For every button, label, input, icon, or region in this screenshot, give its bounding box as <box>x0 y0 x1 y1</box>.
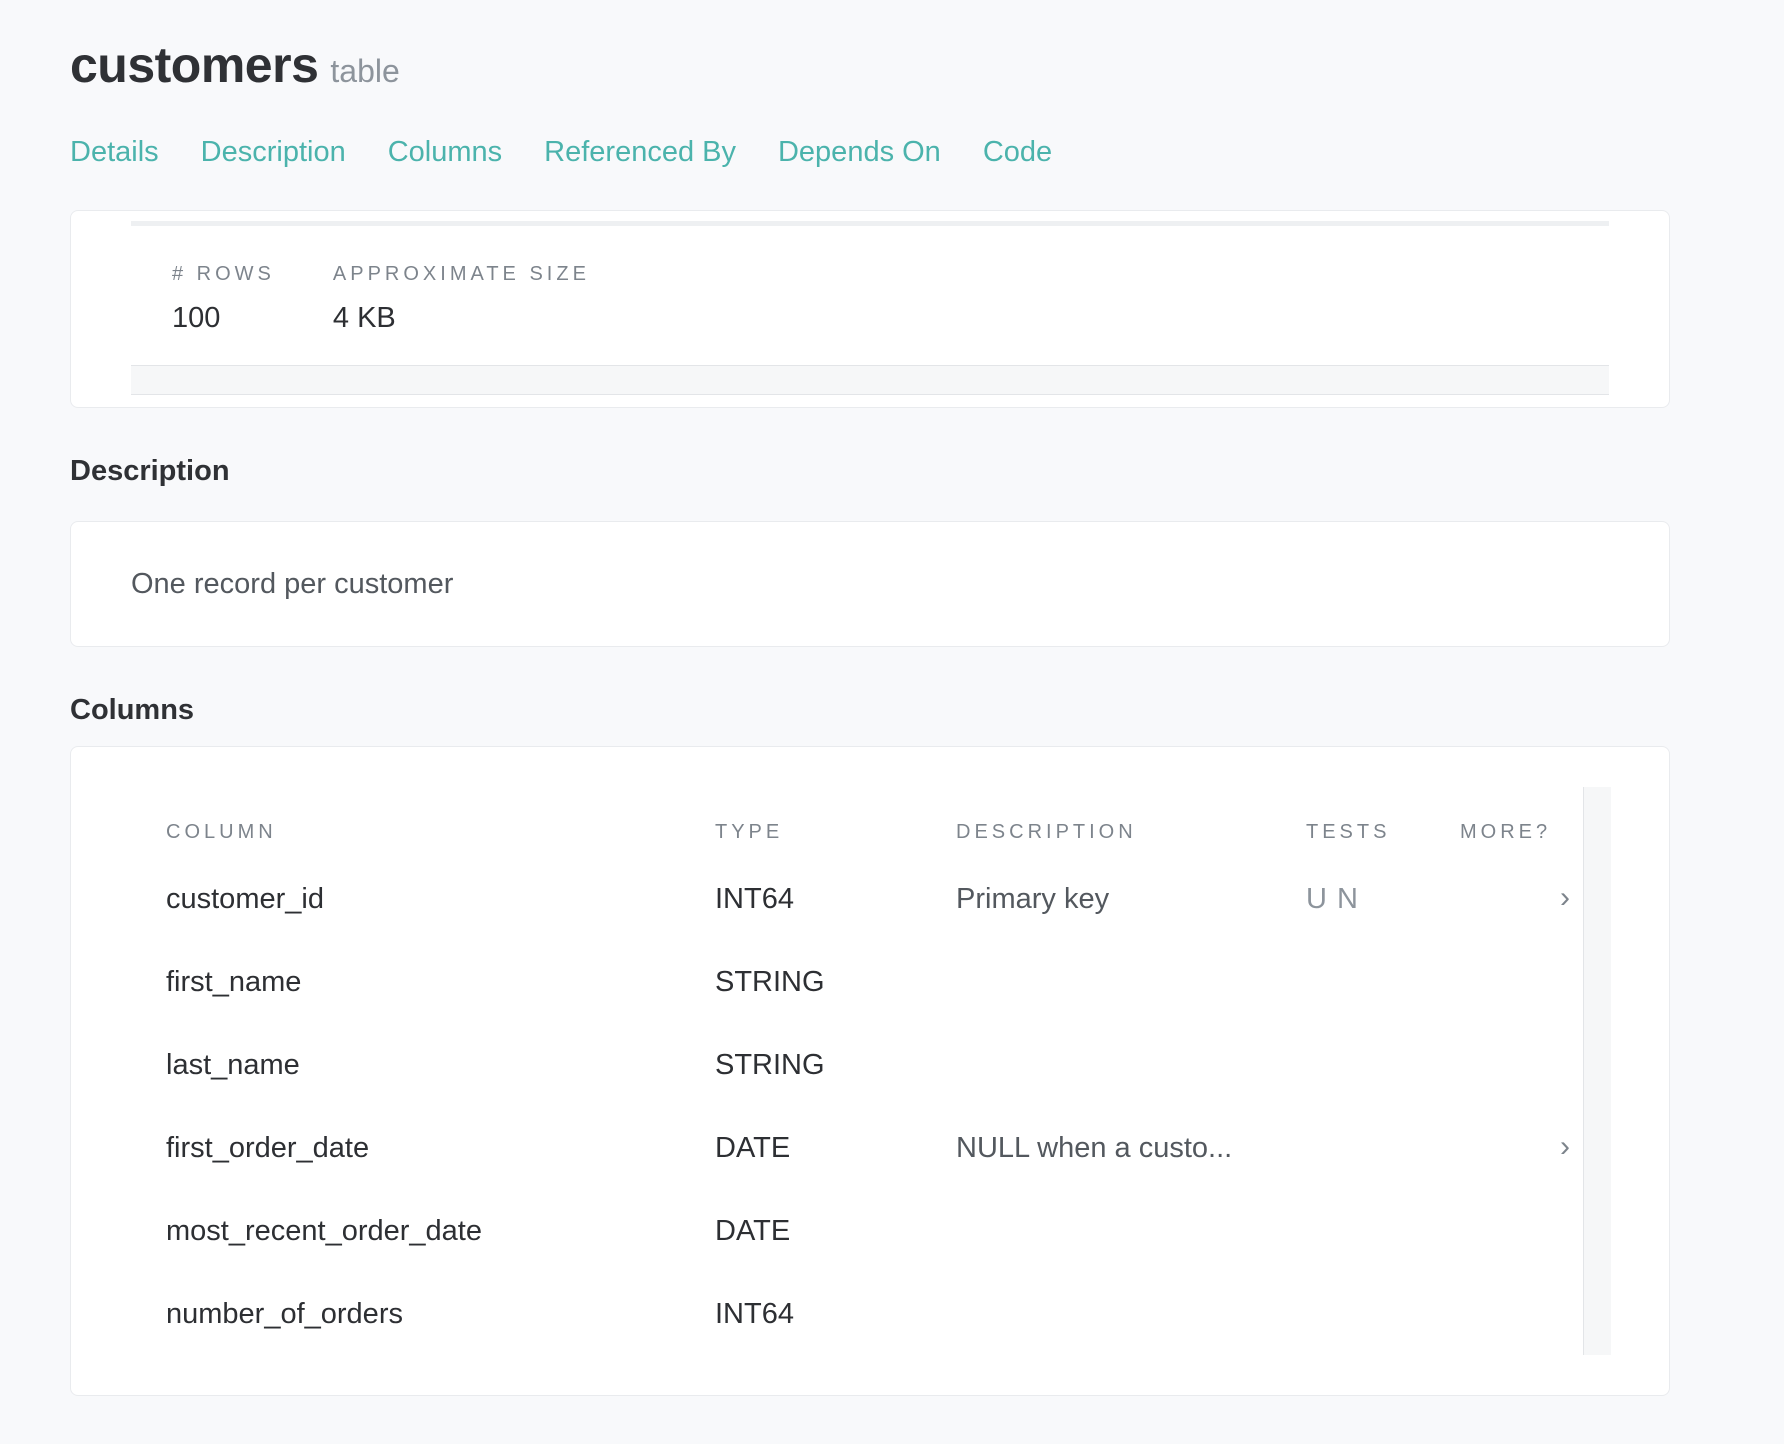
column-name: number_of_orders <box>166 1298 403 1330</box>
column-tests: U N <box>1306 883 1359 915</box>
page-subtitle: table <box>330 53 400 89</box>
column-type: INT64 <box>715 1298 794 1330</box>
table-row[interactable]: first_order_date DATE NULL when a custo.… <box>131 1130 1581 1192</box>
column-header-tests: TESTS <box>1306 821 1391 843</box>
tab-referenced-by[interactable]: Referenced By <box>544 136 736 169</box>
column-description: NULL when a custo... <box>956 1132 1233 1164</box>
stat-label: APPROXIMATE SIZE <box>332 263 590 285</box>
stat-label: # ROWS <box>172 263 275 285</box>
column-type: DATE <box>715 1132 791 1164</box>
section-nav: Details Description Columns Referenced B… <box>70 136 1052 169</box>
column-name: last_name <box>166 1049 300 1081</box>
description-card: One record per customer <box>70 521 1670 647</box>
column-name: customer_id <box>166 883 324 915</box>
columns-heading: Columns <box>70 694 195 726</box>
columns-card: COLUMN TYPE DESCRIPTION TESTS MORE? cust… <box>70 746 1670 1396</box>
column-type: STRING <box>715 966 825 998</box>
page-header: customers table <box>70 36 400 94</box>
table-row[interactable]: first_name STRING <box>131 966 1581 1026</box>
column-description: Primary key <box>956 883 1110 915</box>
details-card: # ROWS 100 APPROXIMATE SIZE 4 KB <box>70 210 1670 408</box>
stat-rows: # ROWS 100 <box>172 263 275 335</box>
column-header-more: MORE? <box>1460 821 1552 843</box>
table-row[interactable]: most_recent_order_date DATE <box>131 1215 1581 1275</box>
stat-value: 4 KB <box>332 302 396 334</box>
chevron-right-icon[interactable]: › <box>1560 881 1570 915</box>
details-scrollbar[interactable] <box>131 365 1609 395</box>
column-type: DATE <box>715 1215 791 1247</box>
stats-list: # ROWS 100 APPROXIMATE SIZE 4 KB <box>172 263 590 335</box>
chevron-right-icon[interactable]: › <box>1560 1130 1570 1164</box>
table-row[interactable]: customer_id INT64 Primary key U N › <box>131 881 1581 943</box>
column-type: INT64 <box>715 883 794 915</box>
model-page: customers table Details Description Colu… <box>0 0 1784 1444</box>
tab-details[interactable]: Details <box>70 136 159 169</box>
description-heading: Description <box>70 455 230 487</box>
tab-code[interactable]: Code <box>983 136 1052 169</box>
column-name: first_name <box>166 966 302 998</box>
tab-description[interactable]: Description <box>201 136 346 169</box>
column-name: first_order_date <box>166 1132 370 1164</box>
column-name: most_recent_order_date <box>166 1215 482 1247</box>
divider <box>131 221 1609 226</box>
tab-depends-on[interactable]: Depends On <box>778 136 941 169</box>
column-header-type: TYPE <box>715 821 784 843</box>
stat-size: APPROXIMATE SIZE 4 KB <box>333 263 590 335</box>
tab-columns[interactable]: Columns <box>388 136 502 169</box>
column-type: STRING <box>715 1049 825 1081</box>
description-text: One record per customer <box>131 568 454 600</box>
table-row[interactable]: number_of_orders INT64 <box>131 1298 1581 1358</box>
stat-value: 100 <box>172 302 221 334</box>
page-title: customers <box>70 37 319 93</box>
table-scrollbar[interactable] <box>1583 787 1611 1355</box>
column-header-column: COLUMN <box>166 821 277 843</box>
columns-table: COLUMN TYPE DESCRIPTION TESTS MORE? cust… <box>131 787 1611 1355</box>
column-header-description: DESCRIPTION <box>956 821 1137 843</box>
table-row[interactable]: last_name STRING <box>131 1049 1581 1109</box>
